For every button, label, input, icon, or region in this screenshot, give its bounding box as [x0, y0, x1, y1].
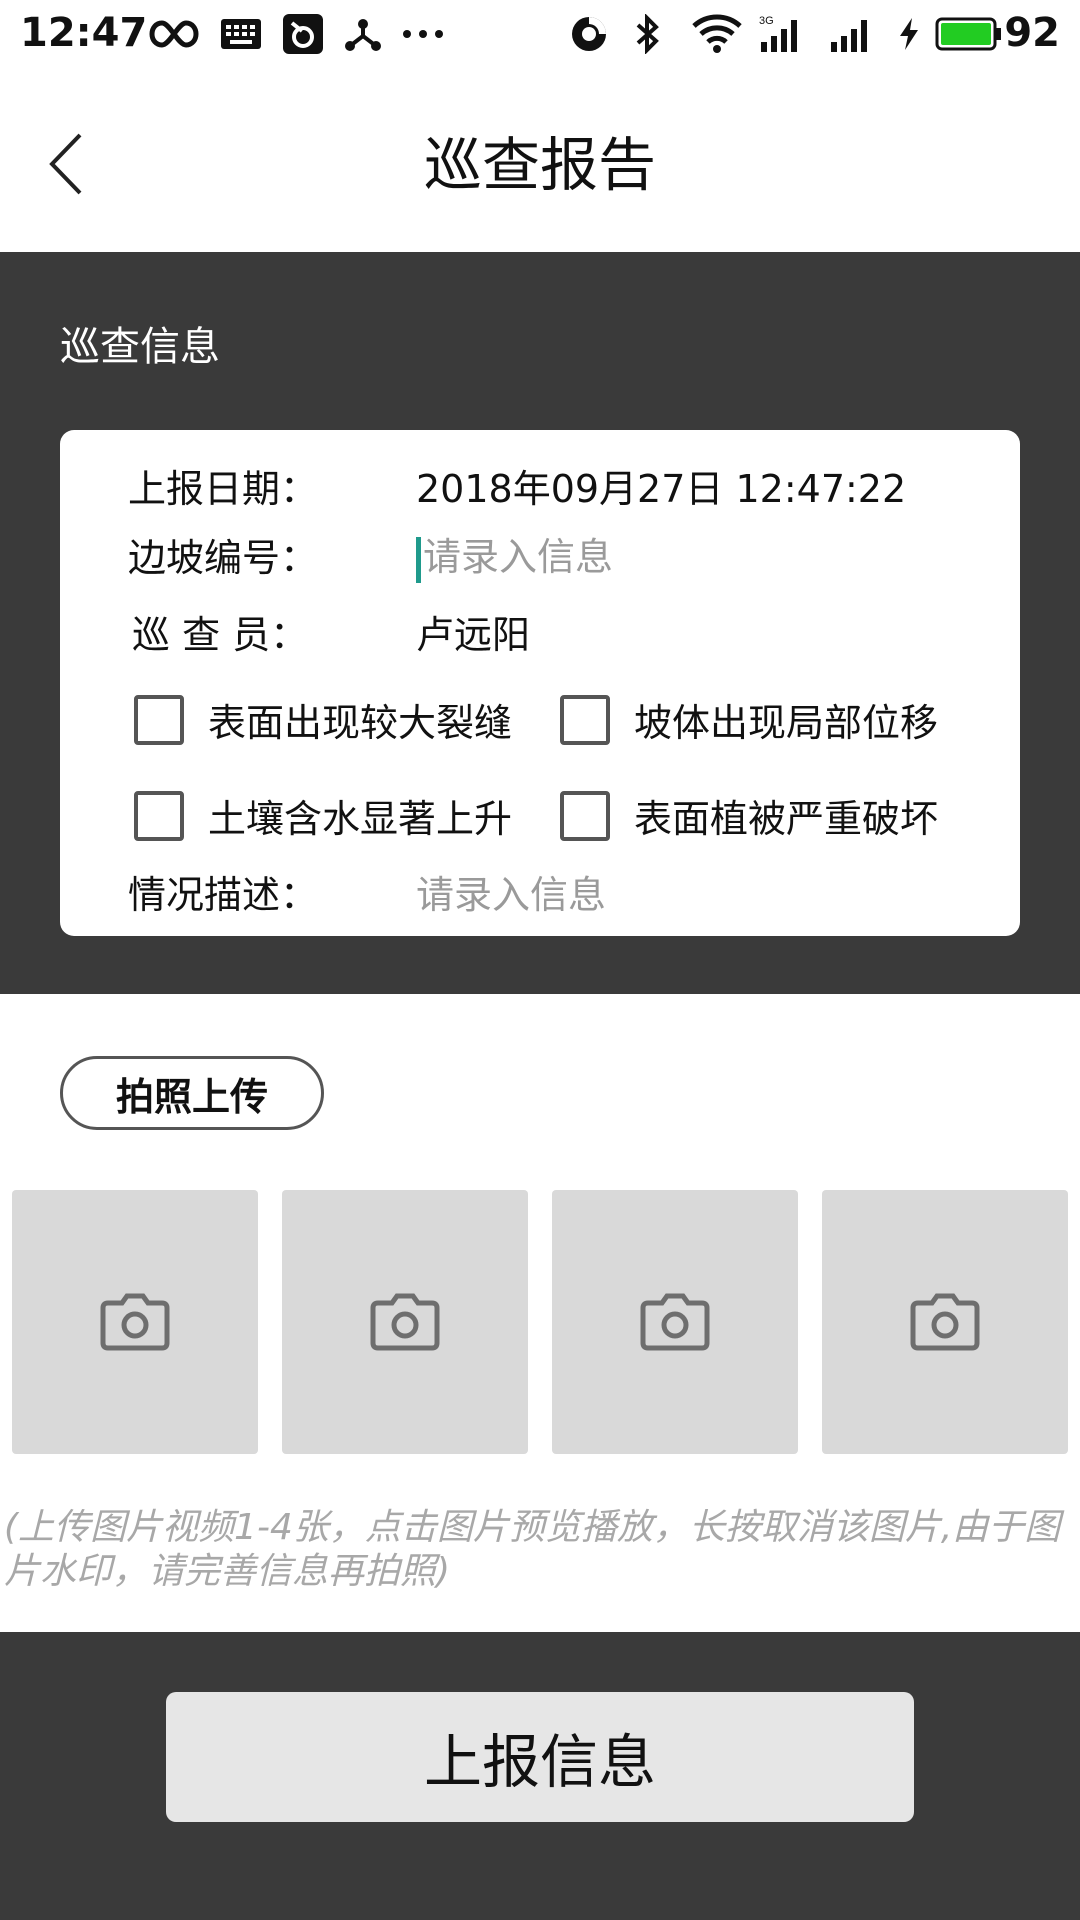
camera-icon	[100, 1293, 170, 1351]
check-label: 表面植被严重破坏	[634, 797, 939, 841]
status-time: 12:47	[20, 10, 148, 56]
bluetooth-icon	[628, 12, 668, 56]
bottom-bar: 上报信息	[0, 1632, 1080, 1920]
photo-slot-2[interactable]	[282, 1190, 528, 1454]
camera-icon	[370, 1293, 440, 1351]
signal-icon	[826, 12, 878, 56]
description-input[interactable]: 请录入信息	[416, 864, 606, 919]
check-item-water-content[interactable]: 土壤含水显著上升	[134, 788, 512, 843]
camera-icon	[640, 1293, 710, 1351]
checkbox[interactable]	[134, 790, 184, 841]
app-icon	[280, 12, 326, 56]
inspector-row: 巡 查 员： 卢远阳	[128, 604, 530, 659]
photo-slot-3[interactable]	[552, 1190, 798, 1454]
inspector-label: 巡 查 员：	[132, 613, 309, 657]
slope-number-input[interactable]: 请录入信息	[416, 526, 613, 583]
checkbox[interactable]	[134, 694, 184, 745]
charging-icon	[894, 12, 924, 56]
check-label: 坡体出现局部位移	[634, 701, 939, 745]
checkbox[interactable]	[560, 694, 610, 745]
inspection-info-section: 巡查信息 上报日期： 2018年09月27日 12:47:22 边坡编号： 请录…	[0, 252, 1080, 994]
camera-icon	[910, 1293, 980, 1351]
wifi-icon	[690, 12, 744, 56]
sync-icon	[566, 12, 612, 56]
report-date-label: 上报日期：	[128, 467, 319, 511]
description-row: 情况描述： 请录入信息	[128, 864, 606, 919]
keyboard-icon	[218, 12, 264, 56]
info-card: 上报日期： 2018年09月27日 12:47:22 边坡编号： 请录入信息 巡…	[60, 430, 1020, 936]
description-label: 情况描述：	[128, 873, 319, 917]
upload-hint: (上传图片视频1-4张，点击图片预览播放，长按取消该图片,由于图片水印，请完善信…	[4, 1507, 1061, 1592]
check-item-large-cracks[interactable]: 表面出现较大裂缝	[134, 692, 512, 747]
slope-number-label: 边坡编号：	[128, 535, 319, 580]
slope-number-row: 边坡编号： 请录入信息	[128, 526, 613, 583]
photo-slot-1[interactable]	[12, 1190, 258, 1454]
check-item-vegetation-damage[interactable]: 表面植被严重破坏	[560, 788, 938, 843]
battery-level: 92	[1004, 10, 1060, 56]
more-icon	[400, 12, 446, 56]
page-title: 巡查报告	[423, 131, 656, 199]
header: 巡查报告	[0, 68, 1080, 252]
inspector-value: 卢远阳	[416, 613, 531, 657]
checkbox[interactable]	[560, 790, 610, 841]
svg-text:3G: 3G	[759, 15, 774, 27]
section-title: 巡查信息	[60, 324, 220, 370]
report-date-value: 2018年09月27日 12:47:22	[416, 467, 907, 511]
share-icon	[340, 12, 386, 56]
photo-upload-button[interactable]: 拍照上传	[60, 1056, 324, 1130]
check-label: 表面出现较大裂缝	[208, 701, 513, 745]
page: 12:47 3G 92 巡查报告 巡查信息 上报日期： 2018年09月27日 …	[0, 0, 1080, 1920]
signal-3g-icon: 3G	[756, 12, 808, 56]
report-date-row: 上报日期： 2018年09月27日 12:47:22	[128, 458, 906, 513]
slope-number-placeholder: 请录入信息	[423, 535, 614, 579]
submit-report-button[interactable]: 上报信息	[166, 1692, 914, 1822]
status-bar: 12:47 3G 92	[0, 0, 1080, 68]
check-label: 土壤含水显著上升	[208, 797, 513, 841]
infinity-icon	[146, 12, 202, 56]
text-cursor	[416, 536, 421, 583]
battery-icon	[934, 12, 1004, 56]
photo-slot-4[interactable]	[822, 1190, 1068, 1454]
check-item-local-displacement[interactable]: 坡体出现局部位移	[560, 692, 938, 747]
